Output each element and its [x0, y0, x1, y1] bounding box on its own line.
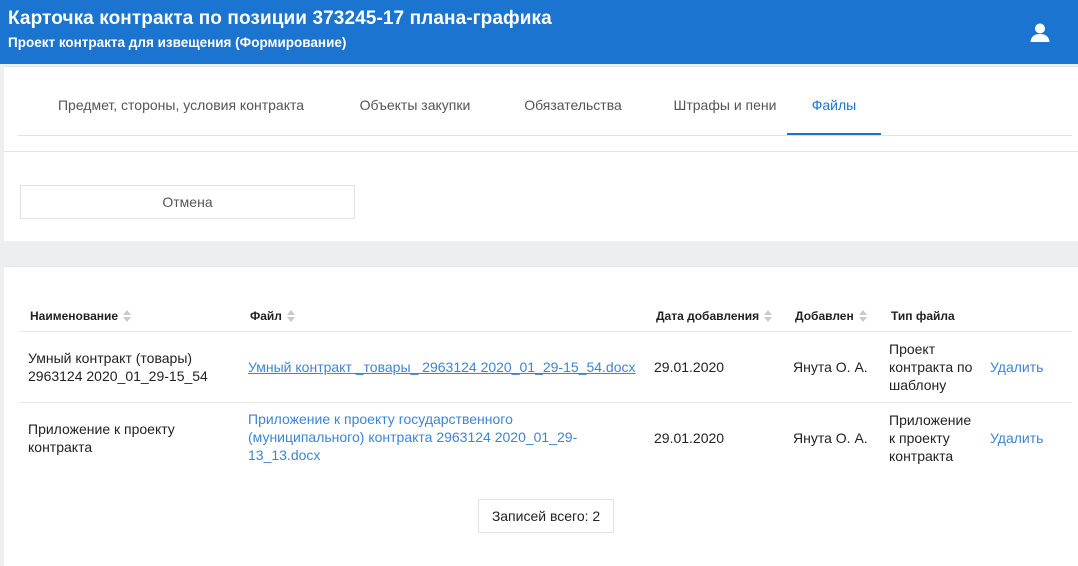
tab-bar: Предмет, стороны, условия контракта Объе… — [18, 85, 1072, 136]
sort-icon[interactable] — [764, 310, 773, 322]
tab-procurement-objects[interactable]: Объекты закупки — [340, 85, 490, 135]
tab-files[interactable]: Файлы — [787, 85, 881, 135]
file-link[interactable]: Умный контракт _товары_ 2963124 2020_01_… — [248, 358, 648, 376]
contract-card-panel: Предмет, стороны, условия контракта Объе… — [4, 66, 1078, 241]
row-added-by: Янута О. А. — [793, 430, 868, 446]
table-divider — [20, 402, 1072, 403]
delete-button[interactable]: Удалить — [990, 429, 1043, 447]
row-date: 29.01.2020 — [654, 359, 725, 375]
column-header-label: Наименование — [30, 309, 119, 323]
tab-subject-parties-conditions[interactable]: Предмет, стороны, условия контракта — [30, 85, 332, 135]
column-header-label: Дата добавления — [656, 309, 760, 323]
row-name: Умный контракт (товары) 2963124 2020_01_… — [28, 350, 208, 384]
records-total: Записей всего: 2 — [478, 499, 614, 533]
file-link[interactable]: Приложение к проекту государственного (м… — [248, 410, 600, 464]
column-header-added-by[interactable]: Добавлен — [795, 309, 867, 323]
column-header-name[interactable]: Наименование — [30, 309, 132, 323]
row-file-type: Проект контракта по шаблону — [889, 341, 973, 393]
user-icon[interactable] — [1029, 22, 1051, 44]
sort-icon[interactable] — [123, 310, 132, 322]
row-file-type: Приложение к проекту контракта — [889, 412, 972, 464]
divider — [4, 151, 1078, 152]
column-header-file[interactable]: Файл — [250, 309, 295, 323]
row-added-by: Янута О. А. — [793, 359, 868, 375]
delete-button[interactable]: Удалить — [990, 358, 1043, 376]
sort-icon[interactable] — [286, 310, 295, 322]
row-date: 29.01.2020 — [654, 430, 725, 446]
files-panel: Наименование Файл Дата добавления Добавл… — [4, 266, 1078, 566]
row-name: Приложение к проекту контракта — [28, 421, 175, 455]
column-header-label: Файл — [250, 309, 282, 323]
sort-icon[interactable] — [858, 310, 867, 322]
page-title: Карточка контракта по позиции 373245-17 … — [8, 8, 552, 29]
cancel-button[interactable]: Отмена — [20, 185, 355, 219]
column-header-date[interactable]: Дата добавления — [656, 309, 773, 323]
tab-fines-penalties[interactable]: Штрафы и пени — [650, 85, 800, 135]
app-header: Карточка контракта по позиции 373245-17 … — [0, 0, 1078, 64]
column-header-label: Добавлен — [795, 309, 854, 323]
page-subtitle: Проект контракта для извещения (Формиров… — [8, 35, 347, 50]
table-divider — [20, 331, 1072, 332]
tab-obligations[interactable]: Обязательства — [498, 85, 648, 135]
column-header-file-type: Тип файла — [891, 309, 955, 323]
